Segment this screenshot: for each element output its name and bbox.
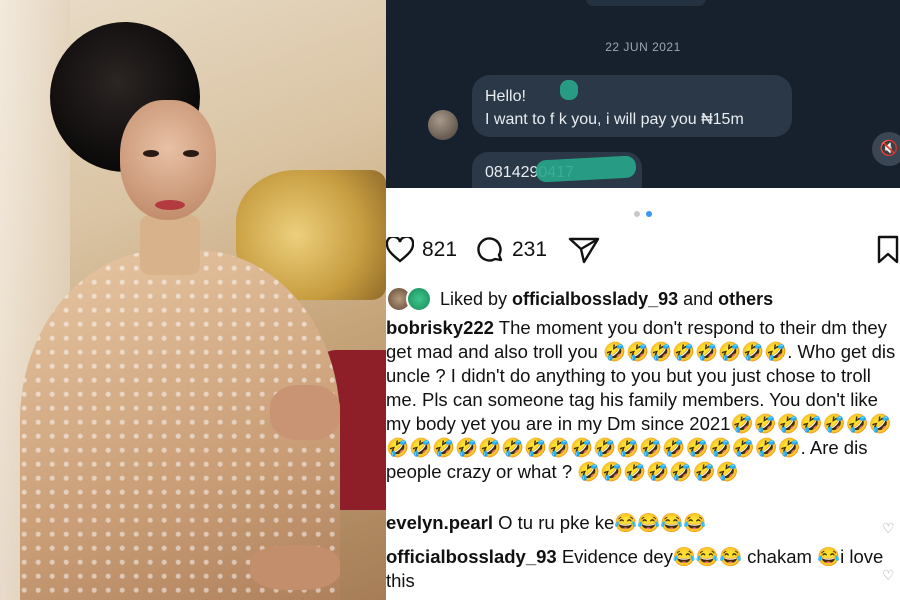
caption-username[interactable]: bobrisky222 — [386, 317, 494, 338]
heart-icon[interactable]: ♡ — [882, 563, 896, 583]
bookmark-icon — [877, 235, 899, 264]
message-bubble: Hello! I want to f k you, i will pay you… — [472, 75, 792, 137]
speaker-mute-icon[interactable]: 🔇 — [872, 132, 900, 166]
eye — [143, 150, 159, 157]
caption-text: The moment you don't respond to their dm… — [386, 317, 896, 482]
hand — [270, 385, 340, 440]
censor-scribble — [560, 80, 578, 100]
comment-icon — [477, 237, 503, 262]
instagram-post-panel: 22 JUN 2021 Hello! I want to f k you, i … — [386, 0, 900, 600]
liked-by-text: Liked by officialbosslady_93 and others — [440, 289, 773, 310]
message-date: 22 JUN 2021 — [605, 40, 681, 54]
post-actions: 821 231 — [386, 230, 900, 270]
send-icon — [568, 237, 600, 264]
comment-button[interactable]: 231 — [476, 230, 547, 270]
carousel-dot-active[interactable] — [646, 211, 652, 217]
carousel-indicator — [386, 204, 900, 217]
liked-by-suffix: and — [678, 288, 719, 309]
comment-row: officialbosslady_93 Evidence dey😂😂😂 chak… — [386, 545, 900, 593]
carousel-dot[interactable] — [634, 211, 640, 217]
comment-count: 231 — [512, 238, 548, 261]
heart-icon[interactable]: ♡ — [882, 516, 896, 536]
heart-icon — [386, 237, 414, 263]
comment-text: O tu ru pke ke😂😂😂😂 — [498, 512, 707, 533]
liked-by-prefix: Liked by — [440, 288, 513, 309]
eye — [183, 150, 199, 157]
liked-by-others[interactable]: others — [718, 289, 773, 309]
save-button[interactable] — [876, 230, 900, 270]
like-count: 821 — [422, 238, 458, 261]
comment-row: evelyn.pearl O tu ru pke ke😂😂😂😂 ♡ — [386, 511, 900, 536]
liked-by-row: Liked by officialbosslady_93 and others — [386, 285, 900, 313]
sender-avatar — [428, 110, 458, 140]
share-button[interactable] — [568, 230, 600, 270]
like-button[interactable]: 821 — [386, 230, 457, 270]
hand — [250, 545, 340, 590]
lips — [155, 200, 185, 210]
post-caption: bobrisky222 The moment you don't respond… — [386, 316, 900, 484]
neck — [140, 215, 200, 275]
comment-username[interactable]: evelyn.pearl — [386, 512, 493, 533]
avatar[interactable] — [406, 286, 432, 312]
profile-photo — [0, 0, 386, 600]
dm-screenshot: 22 JUN 2021 Hello! I want to f k you, i … — [386, 0, 900, 188]
message-bubble-partial — [586, 0, 706, 6]
message-line: I want to f k you, i will pay you ₦15m — [485, 111, 744, 128]
message-line: Hello! — [485, 88, 526, 105]
comment-username[interactable]: officialbosslady_93 — [386, 546, 557, 567]
liked-by-user[interactable]: officialbosslady_93 — [512, 289, 678, 309]
